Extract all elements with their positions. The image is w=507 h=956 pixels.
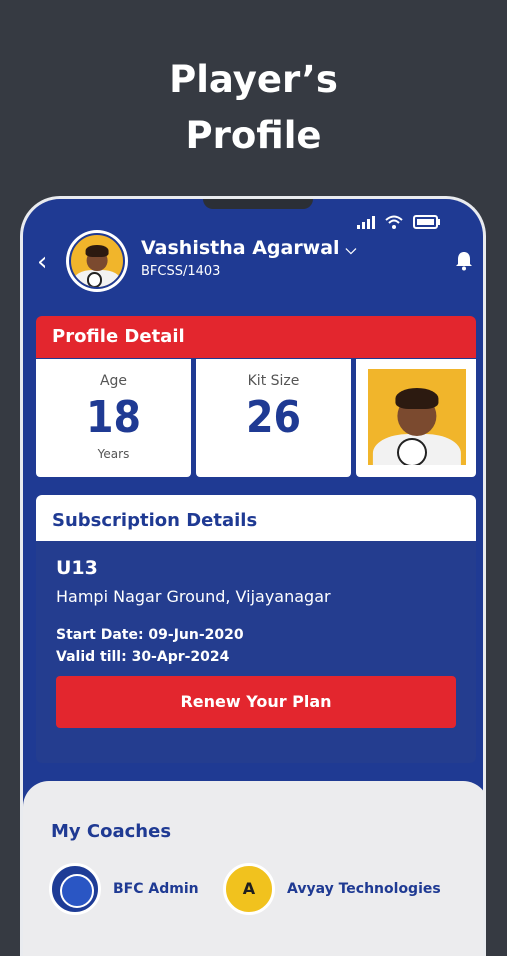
valid-till: Valid till: 30-Apr-2024: [56, 649, 230, 665]
start-date: Start Date: 09-Jun-2020: [56, 627, 244, 643]
subscription-title: Subscription Details: [36, 495, 476, 541]
status-bar: [357, 215, 441, 229]
coach-item[interactable]: BFC Admin: [49, 863, 199, 915]
subscription-card: Subscription Details U13 Hampi Nagar Gro…: [36, 495, 476, 763]
kit-size-label: Kit Size: [247, 373, 300, 389]
phone-frame: ‹ Vashistha Agarwal ⌵ BFCSS/1403 Profile …: [20, 196, 486, 956]
renew-plan-button[interactable]: Renew Your Plan: [56, 676, 456, 728]
player-name-text: Vashistha Agarwal: [141, 237, 340, 259]
coaches-title: My Coaches: [51, 821, 172, 842]
age-unit: Years: [97, 447, 130, 461]
player-id: BFCSS/1403: [141, 264, 221, 279]
chevron-left-icon[interactable]: ‹: [37, 247, 47, 277]
ground-location: Hampi Nagar Ground, Vijayanagar: [56, 587, 331, 606]
coach-avatar: [49, 863, 101, 915]
player-name[interactable]: Vashistha Agarwal ⌵: [141, 237, 356, 259]
age-card: Age 18 Years: [36, 359, 191, 477]
bell-icon[interactable]: [455, 251, 473, 275]
coach-item[interactable]: A Avyay Technologies: [223, 863, 441, 915]
kit-size-card: Kit Size 26: [196, 359, 351, 477]
coaches-section: My Coaches BFC Admin A Avyay Technologie…: [23, 781, 483, 956]
coach-avatar: A: [223, 863, 275, 915]
kit-size-value: 26: [245, 392, 302, 443]
age-value: 18: [85, 392, 142, 443]
avatar[interactable]: [66, 230, 128, 292]
player-photo-card: [356, 359, 476, 477]
page-headline: Player’s Profile: [0, 52, 507, 164]
coach-name: Avyay Technologies: [287, 881, 441, 897]
player-photo: [368, 369, 466, 465]
coach-name: BFC Admin: [113, 881, 199, 897]
headline-line-1: Player’s: [169, 58, 338, 101]
phone-notch: [203, 199, 313, 209]
profile-detail-title: Profile Detail: [36, 316, 476, 358]
battery-icon: [413, 215, 441, 229]
age-label: Age: [99, 373, 128, 389]
headline-line-2: Profile: [185, 114, 322, 157]
signal-icon: [357, 215, 375, 229]
age-group: U13: [56, 557, 98, 579]
wifi-icon: [385, 215, 403, 229]
chevron-down-icon[interactable]: ⌵: [346, 242, 357, 258]
